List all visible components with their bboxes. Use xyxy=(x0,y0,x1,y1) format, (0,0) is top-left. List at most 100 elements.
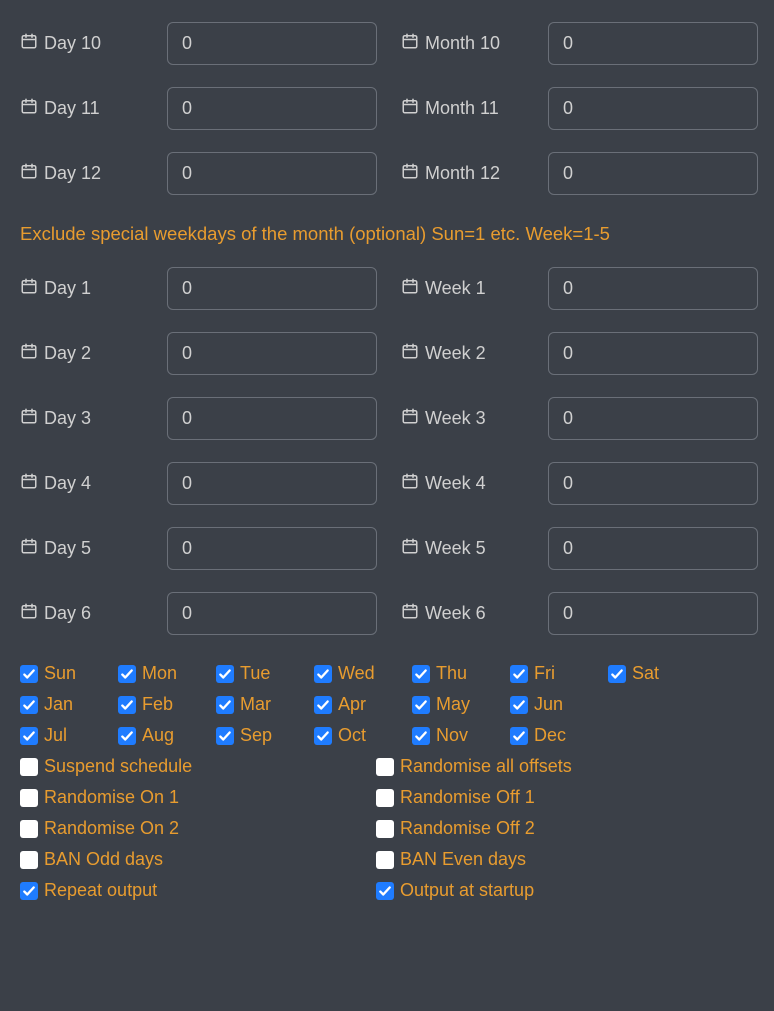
exclude-right-label: Week 4 xyxy=(401,472,536,495)
exclude-left-label: Day 1 xyxy=(20,277,155,300)
exclude-left-input-day-6[interactable] xyxy=(167,592,377,635)
top-left-input-day-11[interactable] xyxy=(167,87,377,130)
option-label: BAN Odd days xyxy=(44,849,163,870)
option-label: Randomise On 2 xyxy=(44,818,179,839)
checkbox-randomise-off-1[interactable] xyxy=(376,789,394,807)
checkbox-jan[interactable] xyxy=(20,696,38,714)
exclude-left-input-day-5[interactable] xyxy=(167,527,377,570)
checkbox-sat[interactable] xyxy=(608,665,626,683)
label-text: Day 6 xyxy=(44,603,91,624)
exclude-right-input-week-6[interactable] xyxy=(548,592,758,635)
checkbox-randomise-on-1[interactable] xyxy=(20,789,38,807)
exclude-left-input-day-4[interactable] xyxy=(167,462,377,505)
checkbox-nov[interactable] xyxy=(412,727,430,745)
calendar-icon xyxy=(20,407,38,430)
calendar-icon xyxy=(20,342,38,365)
weekday-row: Sun Mon Tue Wed Thu Fri Sat xyxy=(20,663,754,686)
label-text: Day 5 xyxy=(44,538,91,559)
checkbox-randomise-on-2[interactable] xyxy=(20,820,38,838)
checkbox-randomise-all-offsets[interactable] xyxy=(376,758,394,776)
option-row-0: Suspend schedule Randomise all offsets xyxy=(20,756,754,779)
checkbox-jul[interactable] xyxy=(20,727,38,745)
calendar-icon xyxy=(401,97,419,120)
label-text: Day 3 xyxy=(44,408,91,429)
checkbox-sun[interactable] xyxy=(20,665,38,683)
exclude-left-label: Day 4 xyxy=(20,472,155,495)
calendar-icon xyxy=(401,472,419,495)
option-item-randomise-off-2: Randomise Off 2 xyxy=(376,818,732,839)
checkbox-mon[interactable] xyxy=(118,665,136,683)
checkbox-feb[interactable] xyxy=(118,696,136,714)
month-label: Jul xyxy=(44,725,67,746)
section-heading-exclude: Exclude special weekdays of the month (o… xyxy=(20,223,754,245)
exclude-left-input-day-3[interactable] xyxy=(167,397,377,440)
month-item-nov: Nov xyxy=(412,725,510,746)
checkbox-repeat-output[interactable] xyxy=(20,882,38,900)
checkbox-wed[interactable] xyxy=(314,665,332,683)
checkbox-block: Sun Mon Tue Wed Thu Fri Sat Jan Feb Mar … xyxy=(20,663,754,903)
exclude-row: Day 2 Week 2 xyxy=(20,332,754,375)
exclude-left-input-day-2[interactable] xyxy=(167,332,377,375)
option-label: Randomise all offsets xyxy=(400,756,572,777)
exclude-right-input-week-1[interactable] xyxy=(548,267,758,310)
checkbox-ban-odd-days[interactable] xyxy=(20,851,38,869)
month-item-aug: Aug xyxy=(118,725,216,746)
label-text: Week 6 xyxy=(425,603,486,624)
exclude-right-input-week-2[interactable] xyxy=(548,332,758,375)
option-label: Repeat output xyxy=(44,880,157,901)
top-left-input-day-12[interactable] xyxy=(167,152,377,195)
label-text: Week 5 xyxy=(425,538,486,559)
exclude-right-input-week-4[interactable] xyxy=(548,462,758,505)
exclude-left-input-day-1[interactable] xyxy=(167,267,377,310)
month-item-dec: Dec xyxy=(510,725,608,746)
option-item-output-at-startup: Output at startup xyxy=(376,880,732,901)
exclude-row: Day 3 Week 3 xyxy=(20,397,754,440)
exclude-right-label: Week 1 xyxy=(401,277,536,300)
weekday-item-sat: Sat xyxy=(608,663,706,684)
exclude-right-label: Week 6 xyxy=(401,602,536,625)
checkbox-mar[interactable] xyxy=(216,696,234,714)
label-text: Month 11 xyxy=(425,98,499,119)
calendar-icon xyxy=(401,342,419,365)
weekday-label: Thu xyxy=(436,663,467,684)
weekday-item-thu: Thu xyxy=(412,663,510,684)
top-right-label: Month 12 xyxy=(401,162,536,185)
month-item-jan: Jan xyxy=(20,694,118,715)
option-item-randomise-on-2: Randomise On 2 xyxy=(20,818,376,839)
option-item-ban-odd-days: BAN Odd days xyxy=(20,849,376,870)
label-text: Day 1 xyxy=(44,278,91,299)
checkbox-jun[interactable] xyxy=(510,696,528,714)
checkbox-oct[interactable] xyxy=(314,727,332,745)
option-row-2: Randomise On 2 Randomise Off 2 xyxy=(20,818,754,841)
calendar-icon xyxy=(401,537,419,560)
checkbox-randomise-off-2[interactable] xyxy=(376,820,394,838)
month-row-1: Jan Feb Mar Apr May Jun xyxy=(20,694,754,717)
checkbox-sep[interactable] xyxy=(216,727,234,745)
option-label: Randomise Off 1 xyxy=(400,787,535,808)
checkbox-aug[interactable] xyxy=(118,727,136,745)
exclude-right-input-week-3[interactable] xyxy=(548,397,758,440)
top-right-input-month-11[interactable] xyxy=(548,87,758,130)
weekday-label: Sun xyxy=(44,663,76,684)
option-label: Randomise On 1 xyxy=(44,787,179,808)
checkbox-suspend-schedule[interactable] xyxy=(20,758,38,776)
checkbox-dec[interactable] xyxy=(510,727,528,745)
checkbox-output-at-startup[interactable] xyxy=(376,882,394,900)
top-left-input-day-10[interactable] xyxy=(167,22,377,65)
top-right-input-month-10[interactable] xyxy=(548,22,758,65)
option-label: Output at startup xyxy=(400,880,534,901)
top-right-input-month-12[interactable] xyxy=(548,152,758,195)
calendar-icon xyxy=(401,32,419,55)
month-item-jul: Jul xyxy=(20,725,118,746)
month-label: May xyxy=(436,694,470,715)
checkbox-fri[interactable] xyxy=(510,665,528,683)
exclude-right-input-week-5[interactable] xyxy=(548,527,758,570)
checkbox-thu[interactable] xyxy=(412,665,430,683)
checkbox-tue[interactable] xyxy=(216,665,234,683)
checkbox-may[interactable] xyxy=(412,696,430,714)
checkbox-apr[interactable] xyxy=(314,696,332,714)
month-label: Oct xyxy=(338,725,366,746)
label-text: Day 4 xyxy=(44,473,91,494)
checkbox-ban-even-days[interactable] xyxy=(376,851,394,869)
label-text: Day 10 xyxy=(44,33,101,54)
